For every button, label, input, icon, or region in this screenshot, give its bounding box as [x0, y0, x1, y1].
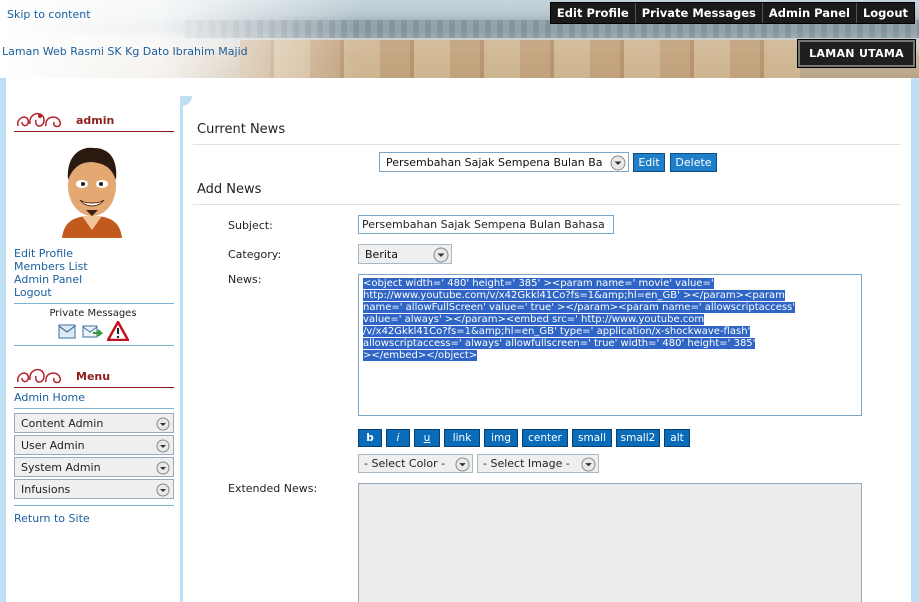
news-line: allowscriptaccess=' always' allowfullscr…: [363, 338, 756, 349]
return-to-site-link[interactable]: Return to Site: [14, 512, 178, 525]
menu-system-admin[interactable]: System Admin: [14, 457, 174, 477]
category-select-value: Berita: [365, 248, 398, 261]
warning-icon[interactable]: [107, 321, 129, 341]
user-panel-title: admin: [76, 114, 115, 127]
sidebar-members-list-link[interactable]: Members List: [14, 260, 178, 273]
select-color-dropdown[interactable]: - Select Color -: [358, 454, 473, 473]
swirl-decoration-icon: [17, 112, 61, 128]
top-navigation: Edit Profile Private Messages Admin Pane…: [549, 2, 915, 24]
section-divider: [193, 144, 901, 145]
chevron-down-icon[interactable]: [610, 155, 626, 171]
select-image-value: - Select Image -: [483, 457, 570, 470]
divider: [14, 408, 174, 409]
send-icon[interactable]: [81, 321, 103, 341]
delete-button[interactable]: Delete: [670, 153, 717, 172]
topnav-edit-profile[interactable]: Edit Profile: [551, 3, 635, 23]
current-news-select-value: Persembahan Sajak Sempena Bulan Ba: [386, 156, 603, 169]
news-line: /v/x42Gkkl41Co?fs=1&amp;hl=en_GB' type='…: [363, 326, 751, 337]
user-panel-header: admin: [14, 96, 174, 132]
divider: [14, 303, 174, 304]
chevron-down-icon[interactable]: [433, 247, 449, 263]
chevron-down-icon[interactable]: [156, 439, 170, 453]
menu-user-admin[interactable]: User Admin: [14, 435, 174, 455]
current-news-title: Current News: [197, 122, 286, 137]
chevron-down-icon[interactable]: [156, 461, 170, 475]
right-border-bar: [911, 78, 919, 602]
extended-news-label: Extended News:: [228, 482, 318, 495]
topnav-logout[interactable]: Logout: [855, 3, 914, 23]
chevron-down-icon[interactable]: [156, 417, 170, 431]
format-link-button[interactable]: link: [444, 429, 480, 447]
news-line: ></embed></object>: [363, 350, 478, 361]
category-label: Category:: [228, 248, 282, 261]
private-messages-icons: [8, 321, 178, 341]
news-textarea[interactable]: <object width=' 480' height=' 385' ><par…: [358, 274, 862, 416]
chevron-down-icon[interactable]: [156, 483, 170, 497]
format-small2-button[interactable]: small2: [616, 429, 660, 447]
section-divider: [193, 204, 901, 205]
user-avatar: [52, 140, 132, 238]
main-panel: Current News Persembahan Sajak Sempena B…: [180, 96, 911, 602]
menu-panel-header: Menu: [14, 352, 174, 388]
format-small-button[interactable]: small: [572, 429, 612, 447]
add-news-title: Add News: [197, 182, 262, 197]
topnav-admin-panel[interactable]: Admin Panel: [761, 3, 856, 23]
menu-system-admin-label: System Admin: [21, 461, 101, 474]
select-image-dropdown[interactable]: - Select Image -: [477, 454, 599, 473]
menu-content-admin[interactable]: Content Admin: [14, 413, 174, 433]
topnav-private-messages[interactable]: Private Messages: [634, 3, 762, 23]
menu-infusions-label: Infusions: [21, 483, 71, 496]
sidebar-logout-link[interactable]: Logout: [14, 286, 178, 299]
menu-content-admin-label: Content Admin: [21, 417, 104, 430]
chevron-down-icon[interactable]: [581, 457, 596, 472]
format-alt-button[interactable]: alt: [664, 429, 690, 447]
edit-button[interactable]: Edit: [633, 153, 665, 172]
menu-panel-title: Menu: [76, 370, 111, 383]
sidebar: admin Edit Profile Members List Admin Pa…: [8, 96, 178, 525]
news-line: value=' always' ></param><embed src=' ht…: [363, 314, 705, 325]
current-news-select[interactable]: Persembahan Sajak Sempena Bulan Ba: [379, 152, 629, 172]
header-spacer: [0, 78, 919, 96]
private-messages-panel: Private Messages: [8, 308, 178, 341]
left-border-bar: [0, 78, 6, 602]
format-underline-button[interactable]: u: [414, 429, 440, 447]
admin-home-link[interactable]: Admin Home: [14, 391, 178, 404]
extended-news-textarea[interactable]: [358, 483, 862, 602]
sidebar-admin-panel-link[interactable]: Admin Panel: [14, 273, 178, 286]
panel-corner: [180, 96, 192, 106]
menu-infusions[interactable]: Infusions: [14, 479, 174, 499]
news-line: name=' allowFullScreen' value=' true' ><…: [363, 302, 796, 313]
subject-label: Subject:: [228, 219, 273, 232]
user-links: Edit Profile Members List Admin Panel Lo…: [14, 247, 178, 299]
private-messages-label: Private Messages: [49, 308, 137, 319]
menu-user-admin-label: User Admin: [21, 439, 85, 452]
site-title: Laman Web Rasmi SK Kg Dato Ibrahim Majid: [2, 45, 248, 58]
news-line: <object width=' 480' height=' 385' ><par…: [363, 278, 714, 289]
format-center-button[interactable]: center: [522, 429, 568, 447]
divider: [14, 345, 174, 346]
sidebar-edit-profile-link[interactable]: Edit Profile: [14, 247, 178, 260]
select-color-value: - Select Color -: [364, 457, 446, 470]
skip-to-content-link[interactable]: Skip to content: [7, 8, 91, 21]
chevron-down-icon[interactable]: [455, 457, 470, 472]
swirl-decoration-icon: [17, 368, 61, 384]
site-header: Skip to content Laman Web Rasmi SK Kg Da…: [0, 0, 919, 78]
format-bold-button[interactable]: b: [358, 429, 382, 447]
subject-input-value: Persembahan Sajak Sempena Bulan Bahasa: [362, 218, 605, 231]
format-italic-button[interactable]: i: [386, 429, 410, 447]
laman-utama-button[interactable]: LAMAN UTAMA: [797, 39, 916, 68]
divider: [14, 505, 174, 506]
format-img-button[interactable]: img: [484, 429, 518, 447]
subject-input[interactable]: Persembahan Sajak Sempena Bulan Bahasa: [358, 215, 614, 234]
news-label: News:: [228, 273, 262, 286]
category-select[interactable]: Berita: [358, 244, 452, 264]
news-line: http://www.youtube.com/v/x42Gkkl41Co?fs=…: [363, 290, 785, 301]
inbox-icon[interactable]: [57, 321, 77, 341]
